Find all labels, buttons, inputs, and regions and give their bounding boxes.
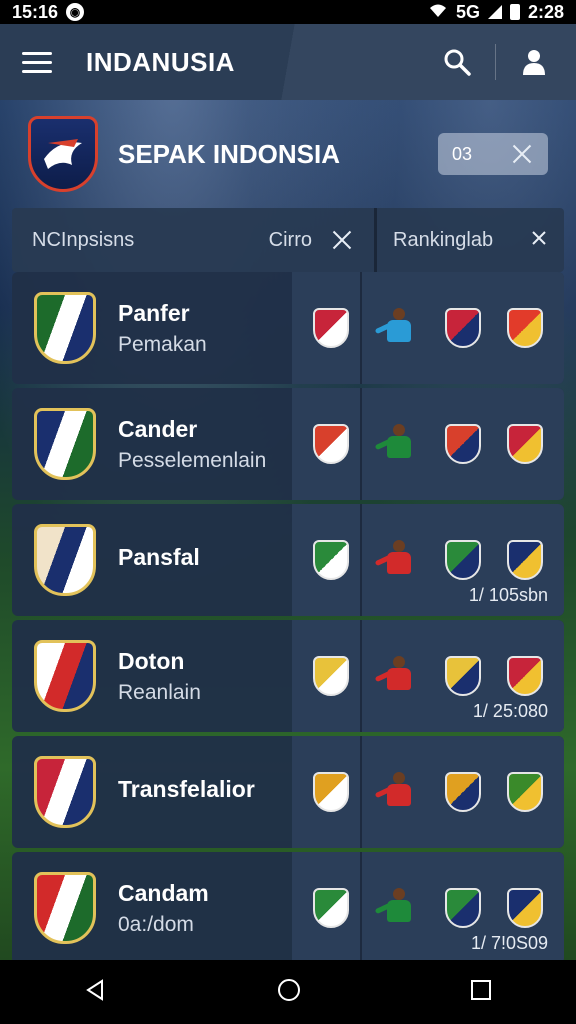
season-chip[interactable]: 03 bbox=[438, 133, 548, 175]
team-name: Candam bbox=[118, 879, 209, 906]
team-subtitle: Pemakan bbox=[118, 332, 207, 356]
team-card[interactable]: Candam 0a:/dom 1/ 7!0S09 bbox=[12, 852, 564, 964]
team-card[interactable]: Pansfal 1/ 105sbn bbox=[12, 504, 564, 616]
signal-icon bbox=[487, 5, 502, 19]
status-time: 15:16 bbox=[12, 1, 59, 22]
team-card-details: 1/ 7!0S09 bbox=[292, 852, 564, 964]
filter-tab-ranking[interactable]: Rankinglab bbox=[377, 229, 564, 252]
search-icon[interactable] bbox=[437, 42, 477, 82]
status-bar: 15:16 ◉ 5G 2:28 bbox=[0, 0, 576, 24]
opponent-badge[interactable] bbox=[313, 772, 349, 812]
club-badge-alt[interactable] bbox=[507, 888, 543, 928]
home-icon[interactable] bbox=[276, 977, 302, 1008]
team-name: Pansfal bbox=[118, 543, 200, 570]
club-badge[interactable] bbox=[445, 308, 481, 348]
menu-button[interactable] bbox=[22, 42, 62, 82]
team-crest bbox=[34, 408, 96, 480]
team-meta: 1/ 105sbn bbox=[468, 585, 548, 605]
club-badge-alt[interactable] bbox=[507, 424, 543, 464]
club-badge[interactable] bbox=[445, 656, 481, 696]
wifi-icon bbox=[428, 2, 448, 23]
team-subtitle: 0a:/dom bbox=[118, 912, 194, 936]
navigation-bar bbox=[0, 960, 576, 1024]
club-badge[interactable] bbox=[445, 540, 481, 580]
app-bar: INDANUSIA bbox=[0, 24, 576, 100]
clear-filter-icon[interactable] bbox=[330, 228, 354, 252]
profile-icon[interactable] bbox=[514, 42, 554, 82]
club-badge-alt[interactable] bbox=[507, 540, 543, 580]
team-name: Cander bbox=[118, 415, 198, 442]
player-icon bbox=[374, 654, 419, 698]
team-card-info: Panfer Pemakan bbox=[12, 272, 292, 384]
player-icon bbox=[374, 886, 419, 930]
team-card[interactable]: Panfer Pemakan bbox=[12, 272, 564, 384]
league-header: SEPAK INDONSIA 03 bbox=[0, 100, 576, 208]
team-crest bbox=[34, 872, 96, 944]
club-badge-alt[interactable] bbox=[507, 308, 543, 348]
opponent-badge[interactable] bbox=[313, 888, 349, 928]
filter-label: NCInpsisns bbox=[32, 228, 135, 251]
club-badge-alt[interactable] bbox=[507, 772, 543, 812]
close-icon[interactable] bbox=[510, 142, 534, 166]
club-badge[interactable] bbox=[445, 772, 481, 812]
filter-bar: NCInpsisns Cirro Rankinglab bbox=[12, 208, 564, 272]
chevron-right-icon[interactable] bbox=[530, 229, 548, 252]
team-card-details: 1/ 105sbn bbox=[292, 504, 564, 616]
team-meta: 1/ 7!0S09 bbox=[470, 933, 548, 953]
player-icon bbox=[374, 306, 419, 350]
card-divider bbox=[360, 388, 362, 500]
team-name: Doton bbox=[118, 647, 185, 674]
appbar-divider bbox=[495, 44, 496, 80]
team-name: Panfer bbox=[118, 299, 190, 326]
card-divider bbox=[360, 272, 362, 384]
team-card-details bbox=[292, 388, 564, 500]
team-card-details: 1/ 25:080 bbox=[292, 620, 564, 732]
battery-icon bbox=[509, 4, 520, 20]
team-card[interactable]: Transfelalior bbox=[12, 736, 564, 848]
card-divider bbox=[360, 620, 362, 732]
team-card-info: Cander Pesselemenlain bbox=[12, 388, 292, 500]
league-title: SEPAK INDONSIA bbox=[118, 138, 340, 169]
filter-sub-label: Cirro bbox=[268, 228, 312, 251]
card-divider bbox=[360, 852, 362, 964]
season-chip-value: 03 bbox=[452, 143, 473, 164]
club-badge[interactable] bbox=[445, 424, 481, 464]
team-card-details bbox=[292, 736, 564, 848]
team-card-details bbox=[292, 272, 564, 384]
team-meta: 1/ 25:080 bbox=[472, 701, 548, 721]
status-clock: 2:28 bbox=[527, 1, 564, 22]
card-divider bbox=[360, 504, 362, 616]
ranking-label: Rankinglab bbox=[393, 228, 494, 251]
player-icon bbox=[374, 538, 419, 582]
team-card-info: Pansfal bbox=[12, 504, 292, 616]
team-card-info: Transfelalior bbox=[12, 736, 292, 848]
team-crest bbox=[34, 756, 96, 828]
team-card[interactable]: Cander Pesselemenlain bbox=[12, 388, 564, 500]
opponent-badge[interactable] bbox=[313, 656, 349, 696]
team-crest bbox=[34, 524, 96, 596]
team-crest bbox=[34, 292, 96, 364]
player-icon bbox=[374, 422, 419, 466]
club-badge[interactable] bbox=[445, 888, 481, 928]
app-title: INDANUSIA bbox=[86, 46, 235, 77]
card-divider bbox=[360, 736, 362, 848]
team-crest bbox=[34, 640, 96, 712]
team-card[interactable]: Doton Reanlain 1/ 25:080 bbox=[12, 620, 564, 732]
club-badge-alt[interactable] bbox=[507, 656, 543, 696]
team-subtitle: Reanlain bbox=[118, 680, 201, 704]
team-name: Transfelalior bbox=[118, 775, 255, 802]
league-logo bbox=[28, 116, 98, 192]
back-icon[interactable] bbox=[84, 978, 108, 1007]
opponent-badge[interactable] bbox=[313, 308, 349, 348]
player-icon bbox=[374, 770, 419, 814]
recents-icon[interactable] bbox=[470, 979, 492, 1006]
team-card-info: Candam 0a:/dom bbox=[12, 852, 292, 964]
opponent-badge[interactable] bbox=[313, 540, 349, 580]
opponent-badge[interactable] bbox=[313, 424, 349, 464]
network-type: 5G bbox=[455, 1, 480, 22]
filter-tab-left[interactable]: NCInpsisns Cirro bbox=[12, 208, 374, 272]
notification-app-icon: ◉ bbox=[66, 3, 85, 21]
team-card-info: Doton Reanlain bbox=[12, 620, 292, 732]
team-subtitle: Pesselemenlain bbox=[118, 448, 267, 472]
